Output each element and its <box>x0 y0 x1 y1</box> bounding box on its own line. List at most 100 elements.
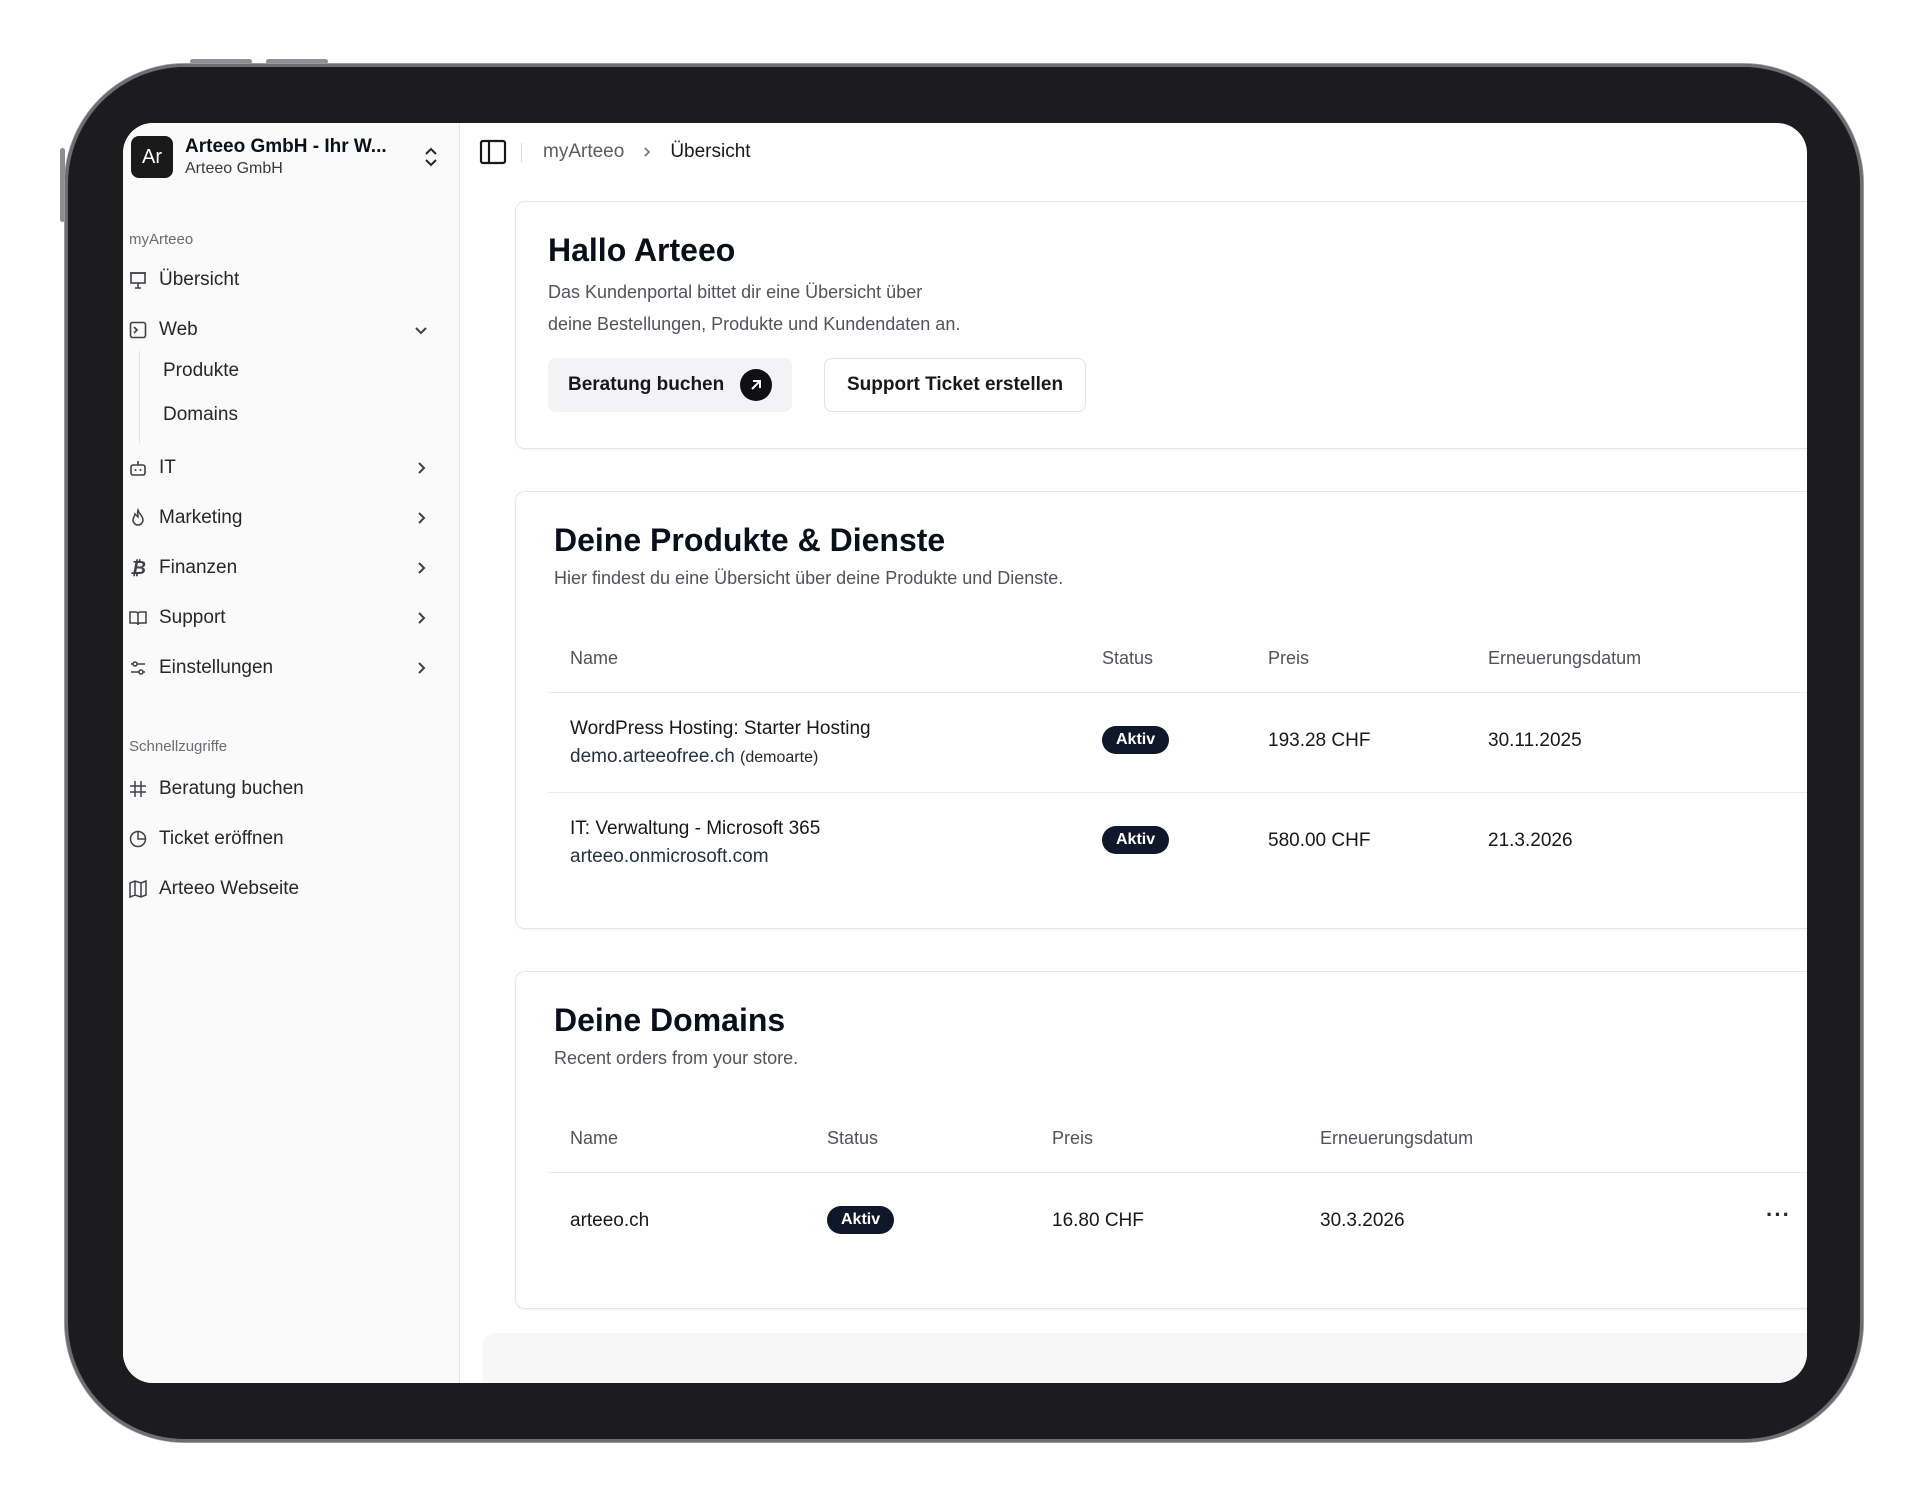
group-label-myarteeo: myArteeo <box>129 231 194 248</box>
table-divider <box>548 792 1807 793</box>
sidebar-item-support[interactable]: Support <box>127 599 437 637</box>
product-name: IT: Verwaltung - Microsoft 365 <box>570 818 821 839</box>
sidebar-item-web[interactable]: Web <box>127 311 437 349</box>
quick-item-label: Beratung buchen <box>159 778 304 799</box>
col-header-renewal: Erneuerungsdatum <box>1320 1128 1474 1148</box>
chevron-right-icon <box>644 147 651 157</box>
header: myArteeo Übersicht <box>459 123 1807 181</box>
table-divider <box>548 1172 1807 1173</box>
sidebar: Ar Arteeo GmbH - Ihr W... Arteeo GmbH my… <box>123 123 460 1383</box>
product-domain: demo.arteeofree.ch <box>570 746 735 767</box>
product-renewal: 30.11.2025 <box>1488 730 1582 751</box>
status-badge: Aktiv <box>827 1206 895 1234</box>
col-header-status: Status <box>1102 648 1154 668</box>
terminal-icon <box>127 319 149 341</box>
col-header-status: Status <box>827 1128 879 1148</box>
col-header-renewal: Erneuerungsdatum <box>1488 648 1642 668</box>
presentation-icon <box>127 269 149 291</box>
sidebar-item-it[interactable]: IT <box>127 449 437 487</box>
domain-name: arteeo.ch <box>570 1210 650 1231</box>
sidebar-item-label: IT <box>159 457 176 478</box>
sidebar-item-label: Web <box>159 319 198 340</box>
sidebar-item-marketing[interactable]: Marketing <box>127 499 437 537</box>
domains-title: Deine Domains <box>554 1002 786 1038</box>
welcome-description: Das Kundenportal bittet dir eine Übersic… <box>548 276 960 340</box>
book-consultation-button[interactable]: Beratung buchen <box>548 358 793 412</box>
chevron-right-icon <box>418 662 426 674</box>
products-title: Deine Produkte & Dienste <box>554 522 946 558</box>
product-renewal: 21.3.2026 <box>1488 830 1573 851</box>
chevron-right-icon <box>418 562 426 574</box>
chevron-down-icon <box>415 327 427 335</box>
flame-icon <box>127 507 149 529</box>
welcome-description-line-2: deine Bestellungen, Produkte und Kundend… <box>548 314 961 334</box>
products-card: Deine Produkte & Dienste Hier findest du… <box>515 491 1807 929</box>
chevron-right-icon <box>418 612 426 624</box>
sidebar-item-label: Finanzen <box>159 557 238 578</box>
bottom-card-edge <box>483 1333 1807 1383</box>
group-label-schnellzugriffe: Schnellzugriffe <box>129 738 228 755</box>
welcome-card: Hallo Arteeo Das Kundenportal bittet dir… <box>515 201 1807 449</box>
header-divider <box>521 143 522 163</box>
product-subtitle: demo.arteeofree.ch (demoarte) <box>570 746 818 768</box>
product-price: 580.00 CHF <box>1268 830 1371 851</box>
status-badge: Aktiv <box>1102 826 1170 854</box>
breadcrumb-root[interactable]: myArteeo <box>543 141 624 163</box>
sidebar-item-label: Einstellungen <box>159 657 274 678</box>
product-domain: arteeo.onmicrosoft.com <box>570 846 769 867</box>
product-subtitle: arteeo.onmicrosoft.com <box>570 846 769 868</box>
map-icon <box>127 878 149 900</box>
breadcrumb: myArteeo Übersicht <box>543 141 751 163</box>
chevrons-up-down-icon <box>425 147 437 167</box>
quick-item-beratung[interactable]: Beratung buchen <box>127 770 437 808</box>
sidebar-item-einstellungen[interactable]: Einstellungen <box>127 649 437 687</box>
sidebar-item-label: Support <box>159 607 226 628</box>
hash-icon <box>127 778 149 800</box>
domains-description: Recent orders from your store. <box>554 1048 799 1068</box>
sidebar-subitem-domains[interactable]: Domains <box>163 404 238 426</box>
submenu-line <box>139 351 140 443</box>
products-description: Hier findest du eine Übersicht über dein… <box>554 568 1064 588</box>
col-header-name: Name <box>570 1128 619 1148</box>
product-domain-note: (demoarte) <box>740 749 819 766</box>
avatar: Ar <box>131 136 173 178</box>
product-price: 193.28 CHF <box>1268 730 1371 751</box>
sidebar-subitem-produkte[interactable]: Produkte <box>163 360 239 382</box>
book-open-icon <box>127 607 149 629</box>
breadcrumb-current: Übersicht <box>670 141 751 162</box>
domain-price: 16.80 CHF <box>1052 1210 1144 1231</box>
chevron-right-icon <box>418 512 426 524</box>
welcome-description-line-1: Das Kundenportal bittet dir eine Übersic… <box>548 282 923 302</box>
col-header-price: Preis <box>1268 648 1310 668</box>
domain-renewal: 30.3.2026 <box>1320 1210 1405 1231</box>
col-header-price: Preis <box>1052 1128 1094 1148</box>
product-name: WordPress Hosting: Starter Hosting <box>570 718 871 739</box>
domains-card: Deine Domains Recent orders from your st… <box>515 971 1807 1309</box>
sidebar-item-uebersicht[interactable]: Übersicht <box>127 261 437 299</box>
team-name: Arteeo GmbH - Ihr W... <box>185 136 387 157</box>
row-actions-button[interactable]: ··· <box>1766 1202 1791 1228</box>
sidebar-toggle-icon[interactable] <box>479 138 507 166</box>
team-subtitle: Arteeo GmbH <box>185 160 283 177</box>
quick-item-ticket[interactable]: Ticket eröffnen <box>127 820 437 858</box>
create-support-ticket-button[interactable]: Support Ticket erstellen <box>824 358 1087 412</box>
settings-sliders-icon <box>127 657 149 679</box>
quick-item-label: Ticket eröffnen <box>159 828 284 849</box>
bot-icon <box>127 457 149 479</box>
quick-item-label: Arteeo Webseite <box>159 878 300 899</box>
tablet-frame: Ar Arteeo GmbH - Ihr W... Arteeo GmbH my… <box>65 64 1863 1442</box>
chevron-right-icon <box>418 462 426 474</box>
pie-chart-icon <box>127 828 149 850</box>
sidebar-item-finanzen[interactable]: ₿ Finanzen <box>127 549 437 587</box>
screen: Ar Arteeo GmbH - Ihr W... Arteeo GmbH my… <box>123 123 1807 1383</box>
welcome-title: Hallo Arteeo <box>548 232 736 268</box>
sidebar-item-label: Übersicht <box>159 269 240 290</box>
status-badge: Aktiv <box>1102 726 1170 754</box>
table-divider <box>548 692 1807 693</box>
team-switcher[interactable]: Ar Arteeo GmbH - Ihr W... Arteeo GmbH <box>131 133 451 181</box>
col-header-name: Name <box>570 648 619 668</box>
arrow-up-right-icon <box>740 369 773 401</box>
sidebar-item-label: Marketing <box>159 507 243 528</box>
bitcoin-icon: ₿ <box>130 557 146 578</box>
quick-item-webseite[interactable]: Arteeo Webseite <box>127 870 437 908</box>
